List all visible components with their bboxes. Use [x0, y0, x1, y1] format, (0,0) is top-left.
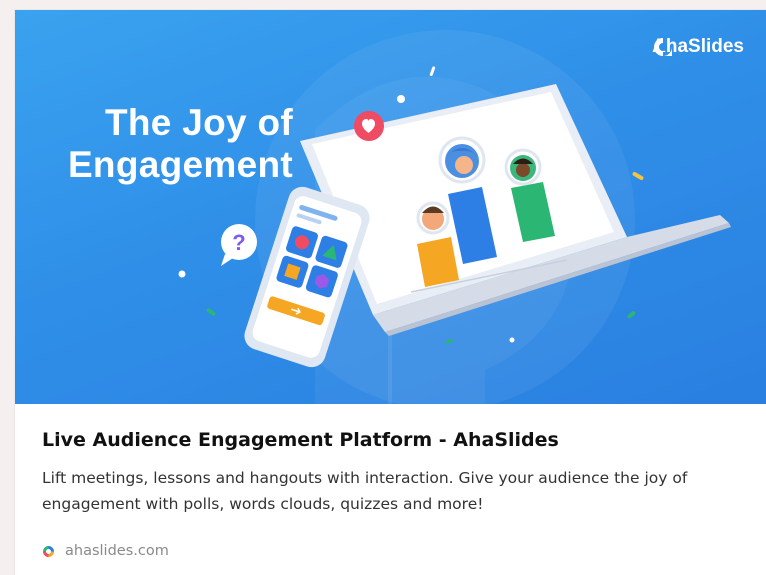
link-preview-card[interactable]: ? AhaSlides The Joy of Engagement Live A…: [15, 10, 766, 575]
link-title[interactable]: Live Audience Engagement Platform - AhaS…: [42, 429, 752, 451]
preview-text-block: Live Audience Engagement Platform - AhaS…: [15, 404, 766, 575]
link-description: Lift meetings, lessons and hangouts with…: [42, 469, 688, 513]
svg-text:?: ?: [232, 230, 245, 255]
hero-title-line-1: The Joy of: [104, 102, 293, 143]
ahaslides-logo-icon: [654, 38, 673, 56]
hero-title: The Joy of Engagement: [53, 102, 293, 186]
preview-image[interactable]: ? AhaSlides The Joy of Engagement: [15, 10, 766, 404]
question-mark-icon: ?: [221, 224, 257, 266]
hero-illustration: ?: [178, 30, 731, 404]
brand-logo: AhaSlides: [652, 36, 744, 58]
hero-title-line-2: Engagement: [67, 144, 293, 185]
heart-icon: [354, 111, 384, 141]
ahaslides-favicon-icon: [43, 545, 54, 557]
link-domain: ahaslides.com: [65, 543, 169, 559]
link-domain-row[interactable]: ahaslides.com: [42, 543, 169, 559]
